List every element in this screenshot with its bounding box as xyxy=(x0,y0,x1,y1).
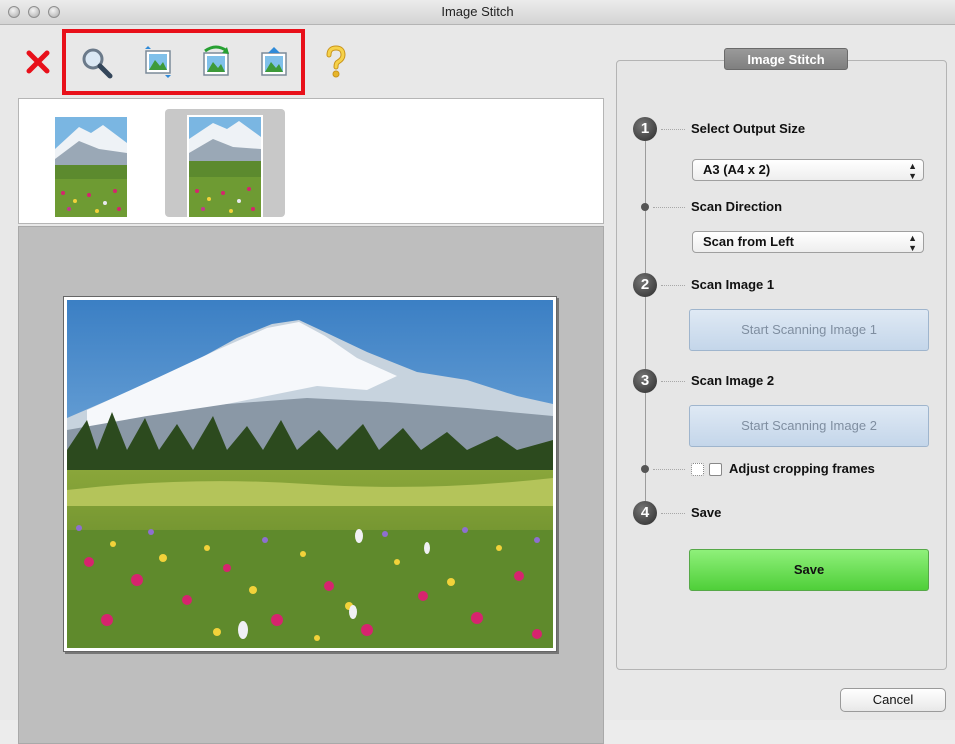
adjust-cropping-focus-box xyxy=(691,463,704,476)
scan-direction-dot xyxy=(641,203,649,211)
magnify-icon xyxy=(82,48,113,79)
step-4-leader xyxy=(661,513,685,514)
help-icon xyxy=(326,45,346,78)
scan-image-1-label: Scan Image 1 xyxy=(691,277,775,292)
rotate-button[interactable] xyxy=(196,42,236,82)
start-scanning-image-1-button[interactable]: Start Scanning Image 1 xyxy=(689,309,929,351)
swap-images-icon xyxy=(145,46,171,78)
scan-direction-label: Scan Direction xyxy=(691,199,783,214)
window-title: Image Stitch xyxy=(441,4,514,19)
panel-title: Image Stitch xyxy=(724,48,848,70)
rotate-image-icon xyxy=(203,45,229,76)
start-scanning-image-2-button[interactable]: Start Scanning Image 2 xyxy=(689,405,929,447)
step-1-leader xyxy=(661,129,685,130)
thumbnail-strip xyxy=(18,98,604,224)
adjust-cropping-dot xyxy=(641,465,649,473)
adjust-cropping-leader xyxy=(653,469,685,470)
scan-direction-select[interactable]: Scan from Left ▲ ▼ xyxy=(692,231,924,253)
preview-area xyxy=(18,226,604,744)
cancel-button[interactable]: Cancel xyxy=(840,688,946,712)
scan-direction-leader xyxy=(653,207,685,208)
thumbnail-image-2-picture xyxy=(187,115,263,219)
step-connector-line xyxy=(645,141,646,521)
close-icon xyxy=(26,50,50,74)
right-pane: 1 Select Output Size A3 (A4 x 2) ▲ ▼ Scan… xyxy=(616,24,955,720)
thumbnail-image-1-picture xyxy=(53,115,129,219)
scanned-image-preview xyxy=(63,296,557,652)
left-pane xyxy=(18,24,604,744)
window-minimize-icon[interactable] xyxy=(28,6,40,18)
enlarge-button[interactable] xyxy=(76,42,116,82)
output-size-select[interactable]: A3 (A4 x 2) ▲ ▼ xyxy=(692,159,924,181)
scan-direction-value: Scan from Left xyxy=(703,234,795,249)
flip-button[interactable] xyxy=(254,42,294,82)
save-label: Save xyxy=(691,505,722,520)
swap-button[interactable] xyxy=(138,42,178,82)
step-1-badge: 1 xyxy=(633,117,657,141)
image-stitch-window: Image Stitch 1 Select Output Size A3 (A4… xyxy=(0,0,955,744)
step-2-badge: 2 xyxy=(633,273,657,297)
adjust-cropping-label[interactable]: Adjust cropping frames xyxy=(729,461,875,476)
select-arrows-icon: ▲ ▼ xyxy=(908,161,917,181)
select-arrows-icon: ▲ ▼ xyxy=(908,233,917,253)
step-4-badge: 4 xyxy=(633,501,657,525)
thumbnail-image-2[interactable] xyxy=(165,109,285,219)
delete-button[interactable] xyxy=(18,42,58,82)
step-2-leader xyxy=(661,285,685,286)
flip-image-icon xyxy=(261,47,287,76)
window-zoom-icon[interactable] xyxy=(48,6,60,18)
step-3-leader xyxy=(661,381,685,382)
help-button[interactable] xyxy=(316,42,356,82)
window-close-icon[interactable] xyxy=(8,6,20,18)
step-3-badge: 3 xyxy=(633,369,657,393)
select-output-size-label: Select Output Size xyxy=(691,121,806,136)
scan-image-2-label: Scan Image 2 xyxy=(691,373,775,388)
output-size-value: A3 (A4 x 2) xyxy=(703,162,771,177)
image-stitch-panel: 1 Select Output Size A3 (A4 x 2) ▲ ▼ Scan… xyxy=(616,60,947,670)
title-bar: Image Stitch xyxy=(0,0,955,25)
landscape-photo xyxy=(67,300,553,648)
toolbar xyxy=(18,24,604,96)
thumbnail-image-1[interactable] xyxy=(49,109,133,219)
save-button[interactable]: Save xyxy=(689,549,929,591)
adjust-cropping-checkbox[interactable] xyxy=(709,463,722,476)
